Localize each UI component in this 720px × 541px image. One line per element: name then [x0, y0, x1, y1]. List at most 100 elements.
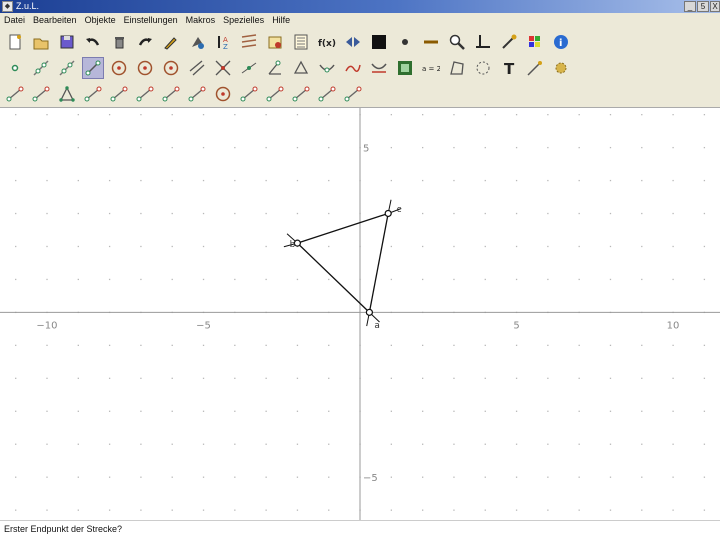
new-file-tool-button[interactable]: [4, 31, 26, 53]
grid-dot: [171, 443, 173, 445]
line-style-tool-button[interactable]: [420, 31, 442, 53]
minimize-button[interactable]: _: [684, 1, 696, 12]
tool-m-tool-button[interactable]: [316, 83, 338, 105]
delete-tool-button[interactable]: [108, 31, 130, 53]
tool-a-tool-button[interactable]: [4, 83, 26, 105]
menu-macros[interactable]: Makros: [182, 13, 220, 27]
zoom-tool-button[interactable]: [446, 31, 468, 53]
menu-objects[interactable]: Objekte: [81, 13, 120, 27]
grid-dot: [234, 509, 236, 511]
undo-tool-button[interactable]: [82, 31, 104, 53]
quadrilateral-tool-button[interactable]: [446, 57, 468, 79]
tool-b-tool-button[interactable]: [30, 83, 52, 105]
point-style-tool-button[interactable]: [394, 31, 416, 53]
save-file-tool-button[interactable]: [56, 31, 78, 53]
circle-tool-button[interactable]: [108, 57, 130, 79]
title-bar[interactable]: ◆ Z.u.L. _ 5 X: [0, 0, 720, 13]
grid-dot: [171, 476, 173, 478]
point-c[interactable]: [384, 209, 392, 218]
function-tool-button[interactable]: f(x): [316, 31, 338, 53]
tool-n-icon: [344, 86, 362, 102]
settings-tool-button[interactable]: [550, 57, 572, 79]
axes-tool-button[interactable]: [472, 31, 494, 53]
tool-h-tool-button[interactable]: [186, 83, 208, 105]
close-button[interactable]: X: [710, 1, 720, 12]
grid-dot: [422, 344, 424, 347]
circle3-tool-button[interactable]: [134, 57, 156, 79]
midpoint-tool-button[interactable]: [238, 57, 260, 79]
axes-icon: [476, 35, 490, 48]
track-tool-button[interactable]: [342, 57, 364, 79]
segment-bc[interactable]: [297, 212, 389, 244]
point-a[interactable]: [365, 308, 373, 316]
point-label-c: c: [397, 205, 402, 215]
open-file-tool-button[interactable]: [30, 31, 52, 53]
y-tick-label: 5: [363, 144, 369, 155]
menu-edit[interactable]: Bearbeiten: [29, 13, 81, 27]
grid-dot: [641, 410, 643, 412]
edit-tool-button[interactable]: [160, 31, 182, 53]
menu-help[interactable]: Hilfe: [268, 13, 294, 27]
tool-l-tool-button[interactable]: [290, 83, 312, 105]
circle-construct-tool-button[interactable]: [212, 83, 234, 105]
menu-file[interactable]: Datei: [0, 13, 29, 27]
grid-dot: [609, 410, 612, 412]
construction-plot[interactable]: −10 −5 5 10 5 −5 a b c: [0, 108, 720, 520]
grid-dot: [202, 113, 205, 116]
magic-tool-button[interactable]: [498, 31, 520, 53]
settings-icon: [555, 62, 567, 74]
angle-tool-button[interactable]: [264, 57, 286, 79]
polygon-tool-button[interactable]: [290, 57, 312, 79]
parallel-tool-button[interactable]: [186, 57, 208, 79]
redo-tool-button[interactable]: [134, 31, 156, 53]
app-icon[interactable]: ◆: [2, 1, 13, 12]
grid-dot: [108, 278, 111, 281]
expression-tool-button[interactable]: a = 2: [420, 57, 442, 79]
intersection-tool-button[interactable]: [212, 57, 234, 79]
grid-dot: [15, 179, 17, 182]
menu-special[interactable]: Spezielles: [219, 13, 268, 27]
tool-g-tool-button[interactable]: [160, 83, 182, 105]
grid-dot: [296, 179, 299, 182]
point-tool-button[interactable]: [4, 57, 26, 79]
notes-tool-button[interactable]: [290, 31, 312, 53]
grid-dot: [140, 377, 142, 379]
move-tool-button[interactable]: [316, 57, 338, 79]
grid-dot: [672, 476, 674, 478]
tool-k-tool-button[interactable]: [264, 83, 286, 105]
segment-tool-button[interactable]: [82, 57, 104, 79]
triangle-tool-button[interactable]: [56, 83, 78, 105]
grid-tool-button[interactable]: [238, 31, 260, 53]
text-tool-button[interactable]: T: [498, 57, 520, 79]
load-tool-button[interactable]: [264, 31, 286, 53]
menu-settings[interactable]: Einstellungen: [120, 13, 182, 27]
drawing-canvas[interactable]: −10 −5 5 10 5 −5 a b c: [0, 108, 720, 520]
grid-dot: [77, 212, 79, 215]
ray-tool-button[interactable]: [56, 57, 78, 79]
grid-dot: [108, 476, 111, 478]
trace-tool-button[interactable]: [524, 57, 546, 79]
grid-dot: [672, 179, 674, 182]
color-tool-button[interactable]: [186, 31, 208, 53]
film-tool-button[interactable]: [394, 57, 416, 79]
tool-f-tool-button[interactable]: [134, 83, 156, 105]
arrows-tool-button[interactable]: [342, 31, 364, 53]
compass-tool-button[interactable]: [160, 57, 182, 79]
info-tool-button[interactable]: i: [550, 31, 572, 53]
maximize-button[interactable]: 5: [697, 1, 709, 12]
sort-tool-button[interactable]: AZ: [212, 31, 234, 53]
line-tool-button[interactable]: [30, 57, 52, 79]
tool-j-tool-button[interactable]: [238, 83, 260, 105]
tool-d-tool-button[interactable]: [82, 83, 104, 105]
segment-ca[interactable]: [368, 213, 389, 313]
fill-tool-button[interactable]: [368, 31, 390, 53]
grid-dot: [453, 245, 455, 248]
grid-dot: [265, 410, 267, 412]
animate-tool-button[interactable]: [368, 57, 390, 79]
tool-e-tool-button[interactable]: [108, 83, 130, 105]
tool-n-tool-button[interactable]: [342, 83, 364, 105]
segment-ab[interactable]: [296, 242, 370, 313]
grid-dot: [77, 113, 79, 116]
locus-tool-button[interactable]: [472, 57, 494, 79]
palette-tool-button[interactable]: [524, 31, 546, 53]
